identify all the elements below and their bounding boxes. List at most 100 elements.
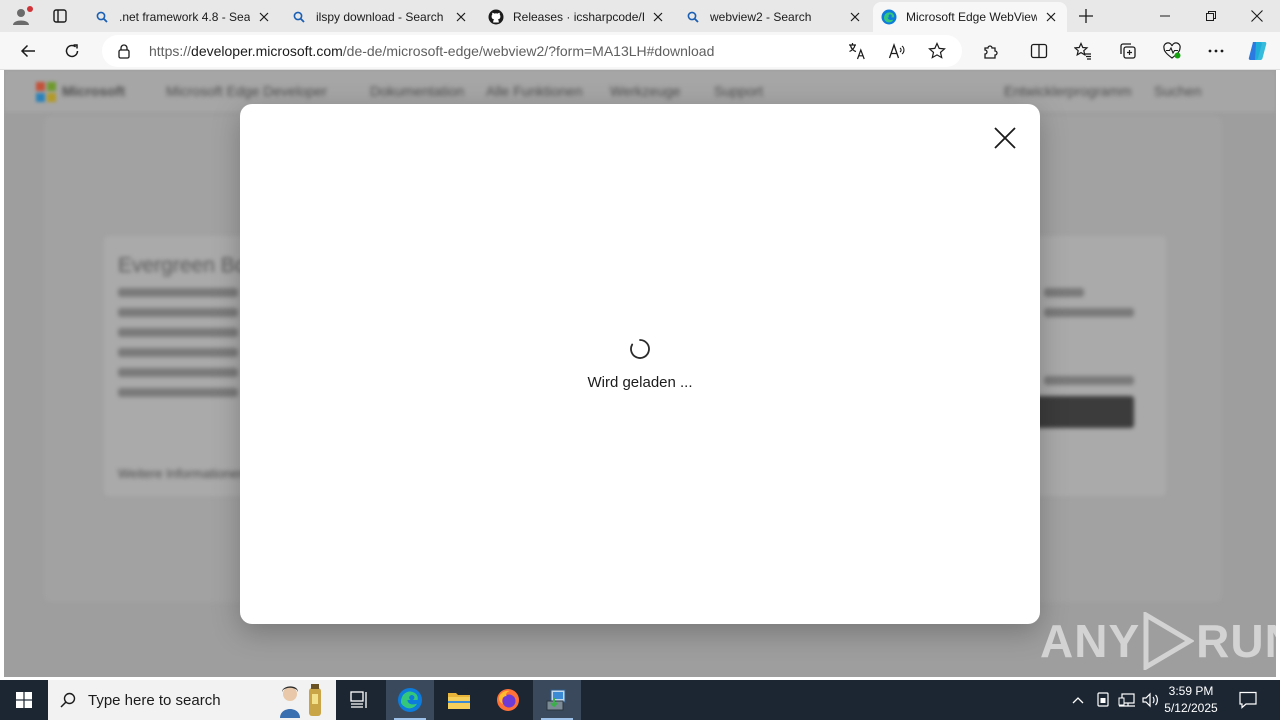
loading-text: Wird geladen ...	[587, 374, 693, 391]
tab-webview2-search[interactable]: webview2 - Search	[677, 2, 871, 32]
url-path: /de-de/microsoft-edge/webview2/?form=MA1…	[342, 43, 715, 59]
url-text[interactable]: https://developer.microsoft.com/de-de/mi…	[149, 43, 714, 59]
restore-icon	[1206, 11, 1216, 21]
tab-label: Releases · icsharpcode/ILSpy	[513, 10, 644, 24]
loading-spinner-icon	[630, 339, 650, 359]
split-screen-button[interactable]	[1024, 36, 1054, 66]
nav-docs[interactable]: Dokumentation	[370, 83, 464, 99]
minimize-icon	[1160, 15, 1170, 17]
download-button-blurred	[1034, 396, 1134, 428]
collections-button[interactable]	[1113, 36, 1143, 66]
taskbar-firefox[interactable]	[484, 680, 532, 720]
clock-date: 5/12/2025	[1164, 701, 1218, 715]
notification-center-icon	[1239, 691, 1257, 709]
volume-icon	[1142, 692, 1158, 708]
play-triangle-icon	[1143, 612, 1195, 670]
edge-icon	[398, 688, 422, 712]
taskbar-installer[interactable]	[533, 680, 581, 720]
plus-icon	[1079, 9, 1093, 23]
tab-label: .net framework 4.8 - Search	[119, 10, 250, 24]
copilot-icon	[1248, 42, 1267, 60]
nav-features[interactable]: Alle Funktionen	[486, 83, 583, 99]
refresh-button[interactable]	[57, 36, 87, 66]
installer-icon	[546, 689, 566, 711]
address-bar[interactable]: https://developer.microsoft.com/de-de/mi…	[102, 35, 962, 67]
split-screen-icon	[1030, 43, 1048, 59]
tab-label: Microsoft Edge WebView2	[906, 10, 1037, 24]
tab-close-icon[interactable]	[1043, 9, 1059, 25]
nav-dev-program[interactable]: Entwicklerprogramm	[1004, 83, 1132, 99]
blurred-text-line	[118, 288, 238, 297]
favorites-button[interactable]	[1068, 36, 1098, 66]
search-icon	[685, 9, 701, 25]
tray-volume-button[interactable]	[1140, 680, 1162, 720]
nav-support[interactable]: Support	[714, 83, 763, 99]
new-tab-button[interactable]	[1075, 4, 1097, 28]
tab-actions-button[interactable]	[46, 4, 74, 28]
taskbar-edge[interactable]	[386, 680, 434, 720]
blurred-text-line	[118, 388, 238, 397]
tab-close-icon[interactable]	[256, 9, 272, 25]
tab-label: ilspy download - Search	[316, 10, 444, 24]
close-dialog-button[interactable]	[992, 125, 1018, 151]
device-icon	[1097, 692, 1109, 707]
search-placeholder: Type here to search	[88, 691, 221, 709]
tray-device-button[interactable]	[1093, 680, 1113, 720]
url-prefix: https://	[149, 43, 192, 59]
tab-ilspy-download[interactable]: ilspy download - Search	[283, 2, 477, 32]
copilot-button[interactable]	[1243, 36, 1273, 66]
tab-label: webview2 - Search	[710, 10, 812, 24]
tab-close-icon[interactable]	[650, 9, 666, 25]
refresh-icon	[65, 44, 79, 58]
favorites-list-icon	[1074, 42, 1091, 60]
github-icon	[488, 9, 504, 25]
windows-logo-icon	[16, 692, 32, 708]
minimize-button[interactable]	[1142, 0, 1188, 32]
task-view-button[interactable]	[336, 680, 384, 720]
show-hidden-icons-button[interactable]	[1068, 680, 1088, 720]
notifications-button[interactable]	[1234, 680, 1262, 720]
system-clock[interactable]: 3:59 PM 5/12/2025	[1160, 683, 1222, 717]
blurred-text-line	[118, 328, 238, 337]
settings-more-button[interactable]	[1201, 36, 1231, 66]
nav-tools[interactable]: Werkzeuge	[610, 83, 681, 99]
search-icon	[48, 680, 88, 720]
read-aloud-icon[interactable]	[888, 42, 906, 60]
download-dialog: Wird geladen ...	[240, 104, 1040, 624]
notification-dot	[27, 6, 33, 12]
nav-search[interactable]: Suchen	[1154, 83, 1201, 99]
extensions-button[interactable]	[976, 36, 1006, 66]
tray-network-button[interactable]	[1116, 680, 1138, 720]
heartbeat-icon	[1163, 42, 1181, 59]
profile-button[interactable]	[8, 4, 34, 28]
blurred-text-line	[1044, 308, 1134, 317]
card-footer-link: Weitere Informationen	[118, 466, 246, 481]
anyrun-watermark: ANY RUN	[1040, 610, 1280, 672]
title-bar: .net framework 4.8 - Search ilspy downlo…	[0, 0, 1280, 32]
lock-icon[interactable]	[116, 43, 132, 59]
network-icon	[1118, 693, 1135, 707]
tab-ilspy-releases[interactable]: Releases · icsharpcode/ILSpy	[480, 2, 674, 32]
blurred-text-line	[1044, 376, 1134, 385]
close-icon	[1251, 10, 1263, 22]
restore-button[interactable]	[1188, 0, 1234, 32]
back-button[interactable]	[13, 36, 43, 66]
site-name: Microsoft Edge Developer	[166, 83, 328, 99]
tab-close-icon[interactable]	[847, 9, 863, 25]
close-window-button[interactable]	[1234, 0, 1280, 32]
tab-close-icon[interactable]	[453, 9, 469, 25]
browser-toolbar: https://developer.microsoft.com/de-de/mi…	[0, 32, 1280, 70]
watermark-text-left: ANY	[1040, 615, 1141, 667]
puzzle-icon	[984, 45, 998, 59]
blurred-text-line	[118, 308, 238, 317]
start-button[interactable]	[0, 680, 48, 720]
taskbar-file-explorer[interactable]	[435, 680, 483, 720]
translate-icon[interactable]	[848, 42, 866, 60]
search-icon	[94, 9, 110, 25]
tab-net-framework[interactable]: .net framework 4.8 - Search	[86, 2, 280, 32]
taskbar-search-box[interactable]: Type here to search	[48, 680, 336, 720]
tab-edge-webview2[interactable]: Microsoft Edge WebView2	[873, 2, 1067, 32]
url-host: developer.microsoft.com	[191, 43, 343, 59]
browser-essentials-button[interactable]	[1157, 36, 1187, 66]
favorite-star-icon[interactable]	[928, 42, 946, 60]
